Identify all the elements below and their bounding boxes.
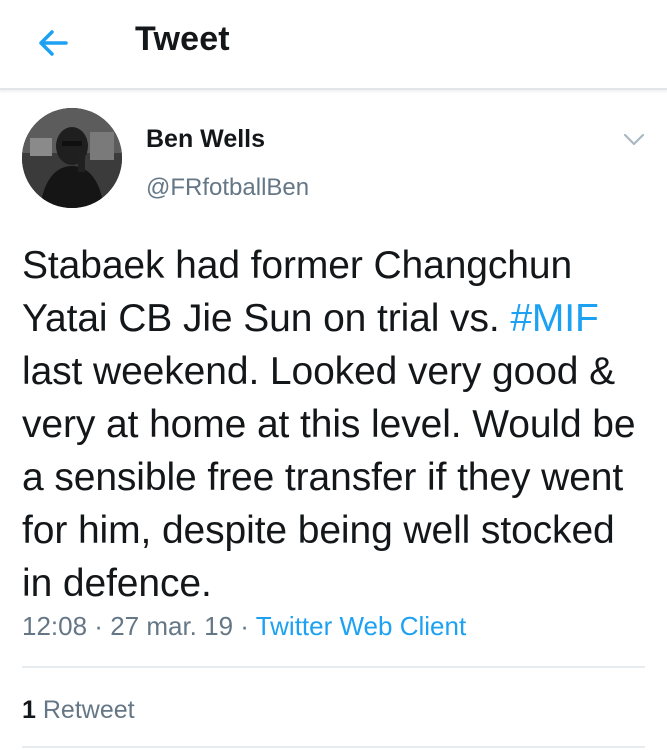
tweet-date: 27 mar. 19: [110, 611, 234, 641]
meta-separator: ·: [233, 611, 256, 641]
divider: [22, 746, 645, 748]
author-handle[interactable]: @FRfotballBen: [146, 173, 309, 203]
hashtag-link[interactable]: #MIF: [510, 297, 599, 340]
author-name[interactable]: Ben Wells: [146, 124, 265, 154]
retweet-stats[interactable]: 1 Retweet: [22, 694, 135, 726]
retweet-count: 1: [22, 696, 36, 724]
avatar[interactable]: [22, 108, 122, 208]
tweet-detail-screen: Tweet Ben Wells @FRfotballBen Stabaek ha…: [0, 0, 667, 750]
tweet-time: 12:08: [22, 611, 88, 641]
tweet-menu-button[interactable]: [620, 126, 648, 154]
client-link[interactable]: Twitter Web Client: [256, 611, 466, 641]
tweet-text-after: last weekend. Looked very good & very at…: [22, 350, 636, 605]
tweet-meta: 12:08 · 27 mar. 19 · Twitter Web Client: [22, 609, 466, 643]
page-title: Tweet: [135, 20, 230, 58]
tweet-text-before: Stabaek had former Changchun Yatai CB Ji…: [22, 244, 573, 340]
back-arrow-icon: [39, 30, 68, 56]
meta-separator: ·: [87, 611, 111, 641]
tweet-text: Stabaek had former Changchun Yatai CB Ji…: [22, 239, 652, 610]
back-button[interactable]: [30, 20, 76, 66]
avatar-image: [22, 108, 122, 208]
chevron-down-icon: [623, 133, 645, 146]
retweet-label: Retweet: [42, 696, 135, 724]
divider: [22, 666, 645, 668]
top-bar: Tweet: [0, 0, 667, 90]
